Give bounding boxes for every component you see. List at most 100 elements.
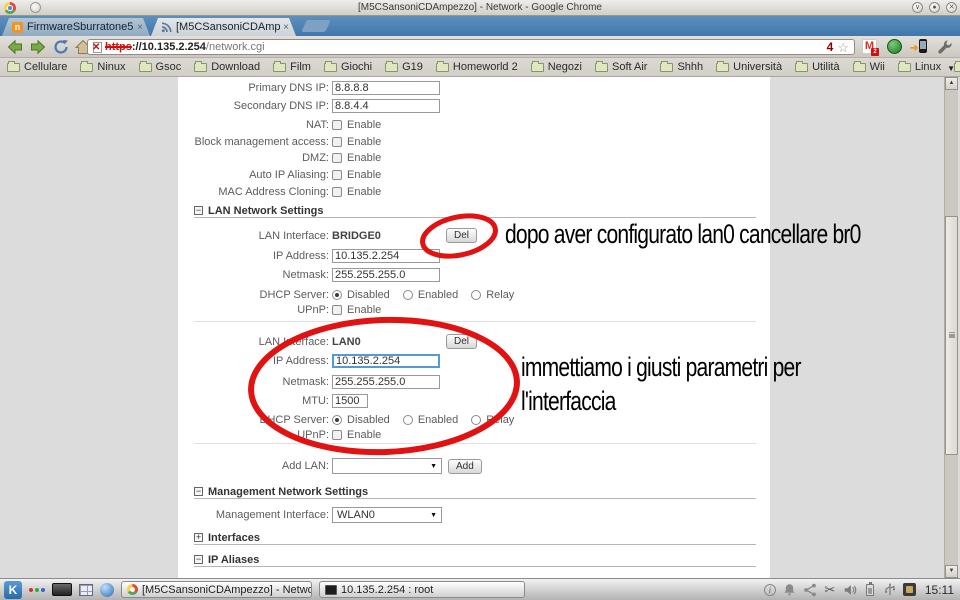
usb-device-icon[interactable]	[883, 583, 897, 597]
url-text: https://10.135.2.254/network.cgi	[105, 41, 823, 53]
bridge-upnp-checkbox[interactable]	[332, 305, 342, 315]
collapse-icon[interactable]: −	[194, 487, 203, 496]
new-tab-button[interactable]	[301, 20, 331, 32]
battery-icon[interactable]	[863, 583, 877, 597]
bridge-ip-label: IP Address:	[178, 250, 332, 262]
section-interfaces[interactable]: + Interfaces	[194, 531, 260, 544]
folder-icon	[385, 63, 398, 72]
taskbar-terminal-window[interactable]: 10.135.2.254 : root	[319, 581, 525, 598]
lan0-netmask-input[interactable]	[332, 375, 440, 389]
bookmark-homeworld2[interactable]: Homeworld 2	[436, 61, 518, 73]
bridge-ip-input[interactable]	[332, 249, 440, 263]
bookmark-lavoro[interactable]: Lavoro	[954, 61, 960, 73]
bookmark-softair[interactable]: Soft Air	[595, 61, 647, 73]
lan0-netmask-label: Netmask:	[178, 376, 332, 388]
dmz-label: DMZ:	[178, 152, 332, 164]
lan0-ip-input[interactable]	[332, 354, 440, 368]
mgmt-iface-label: Management Interface:	[178, 509, 332, 521]
bookmark-wii[interactable]: Wii	[853, 61, 885, 73]
add-lan-button[interactable]: Add	[448, 459, 482, 474]
taskbar-chrome-window[interactable]: [M5CSansoniCDAmpezzo] - Network - C	[121, 581, 312, 598]
back-button[interactable]	[6, 39, 24, 55]
nat-checkbox[interactable]	[332, 120, 342, 130]
forward-button[interactable]	[29, 39, 47, 55]
dmz-checkbox[interactable]	[332, 153, 342, 163]
bridge-dhcp-label: DHCP Server:	[178, 289, 332, 301]
primary-dns-row: Primary DNS IP:	[178, 80, 770, 96]
dhcp-disabled-label: Disabled	[347, 414, 390, 426]
terminal-icon	[325, 585, 337, 595]
folder-icon	[595, 63, 608, 72]
close-window-button[interactable]: ✕	[946, 2, 957, 13]
lan0-del-button[interactable]: Del	[446, 334, 477, 349]
bridge-dhcp-disabled-radio[interactable]	[332, 290, 342, 300]
bookmark-g19[interactable]: G19	[385, 61, 423, 73]
primary-dns-input[interactable]	[332, 81, 440, 95]
ninux-favicon-icon: n	[12, 22, 23, 33]
lan0-mtu-input[interactable]	[332, 394, 368, 408]
bridge-dhcp-relay-radio[interactable]	[471, 290, 481, 300]
bookmark-ninux[interactable]: Ninux	[80, 61, 125, 73]
bookmark-shhh[interactable]: Shhh	[660, 61, 703, 73]
bookmark-giochi[interactable]: Giochi	[324, 61, 372, 73]
bookmarks-overflow-icon[interactable]: ▼	[947, 64, 955, 73]
bridge-del-button[interactable]: Del	[446, 228, 477, 243]
collapse-icon[interactable]: −	[194, 555, 203, 564]
bridge-netmask-input[interactable]	[332, 268, 440, 282]
reload-button[interactable]	[52, 39, 70, 55]
secondary-dns-input[interactable]	[332, 99, 440, 113]
page-scrollbar[interactable]: ▲ ▼	[944, 77, 958, 578]
wrench-menu-icon[interactable]	[937, 39, 952, 54]
section-mgmt-settings[interactable]: − Management Network Settings	[194, 485, 368, 498]
gmail-extension-icon[interactable]: M 2	[862, 39, 877, 54]
scroll-up-icon[interactable]: ▲	[945, 77, 958, 90]
mac-clone-checkbox[interactable]	[332, 187, 342, 197]
tab-network-config[interactable]: [M5CSansoniCDAmpez ×	[151, 18, 296, 36]
package-manager-icon[interactable]	[903, 583, 917, 597]
bridge-dhcp-enabled-radio[interactable]	[403, 290, 413, 300]
bookmark-gsoc[interactable]: Gsoc	[139, 61, 182, 73]
scrollbar-thumb[interactable]	[945, 216, 958, 455]
bookmark-negozi[interactable]: Negozi	[531, 61, 582, 73]
konsole-launcher-icon[interactable]	[52, 583, 72, 596]
auto-alias-checkbox[interactable]	[332, 170, 342, 180]
mgmt-iface-select[interactable]: WLAN0 ▼	[332, 507, 442, 523]
lan0-upnp-checkbox[interactable]	[332, 430, 342, 440]
volume-speaker-icon[interactable]	[843, 583, 857, 597]
info-tray-icon[interactable]: i	[763, 583, 777, 597]
insecure-page-icon[interactable]	[93, 42, 102, 53]
bookmark-linux[interactable]: Linux	[898, 61, 941, 73]
klipper-scissors-icon[interactable]: ✂	[823, 583, 837, 597]
shade-window-button[interactable]: ∨	[912, 2, 923, 13]
green-extension-icon[interactable]	[887, 39, 902, 54]
maximize-window-button[interactable]: ●	[929, 2, 940, 13]
bookmark-download[interactable]: Download	[194, 61, 260, 73]
block-mgmt-checkbox[interactable]	[332, 137, 342, 147]
section-lan-settings[interactable]: − LAN Network Settings	[194, 204, 324, 217]
taskbar-clock[interactable]: 15:11	[925, 583, 954, 597]
close-tab-icon[interactable]: ×	[137, 22, 143, 33]
kde-menu-button[interactable]: K	[4, 581, 22, 599]
address-bar[interactable]: https://10.135.2.254/network.cgi 4 ☆	[87, 39, 855, 55]
bookmark-star-icon[interactable]: ☆	[837, 41, 849, 54]
tab-firmware[interactable]: n FirmwareSburratone5.5 ×	[2, 18, 150, 36]
lan0-dhcp-relay-radio[interactable]	[471, 415, 481, 425]
browser-launcher-icon[interactable]	[100, 583, 114, 597]
expand-icon[interactable]: +	[194, 533, 203, 542]
phone-extension-icon[interactable]: ➜	[912, 39, 927, 54]
bookmark-utilita[interactable]: Utilità	[795, 61, 840, 73]
bookmark-film[interactable]: Film	[273, 61, 311, 73]
close-tab-icon[interactable]: ×	[283, 22, 289, 33]
bookmark-universita[interactable]: Università	[716, 61, 782, 73]
network-share-icon[interactable]	[803, 583, 817, 597]
bookmark-cellulare[interactable]: Cellulare	[7, 61, 67, 73]
section-ip-aliases[interactable]: − IP Aliases	[194, 553, 259, 566]
lan0-dhcp-enabled-radio[interactable]	[403, 415, 413, 425]
collapse-icon[interactable]: −	[194, 206, 203, 215]
quicklaunch-dots-icon[interactable]	[29, 588, 45, 592]
notification-bell-icon[interactable]	[783, 583, 797, 597]
lan0-dhcp-disabled-radio[interactable]	[332, 415, 342, 425]
add-lan-select[interactable]: ▼	[332, 458, 442, 474]
scroll-down-icon[interactable]: ▼	[945, 565, 958, 578]
filemanager-launcher-icon[interactable]	[79, 584, 93, 596]
